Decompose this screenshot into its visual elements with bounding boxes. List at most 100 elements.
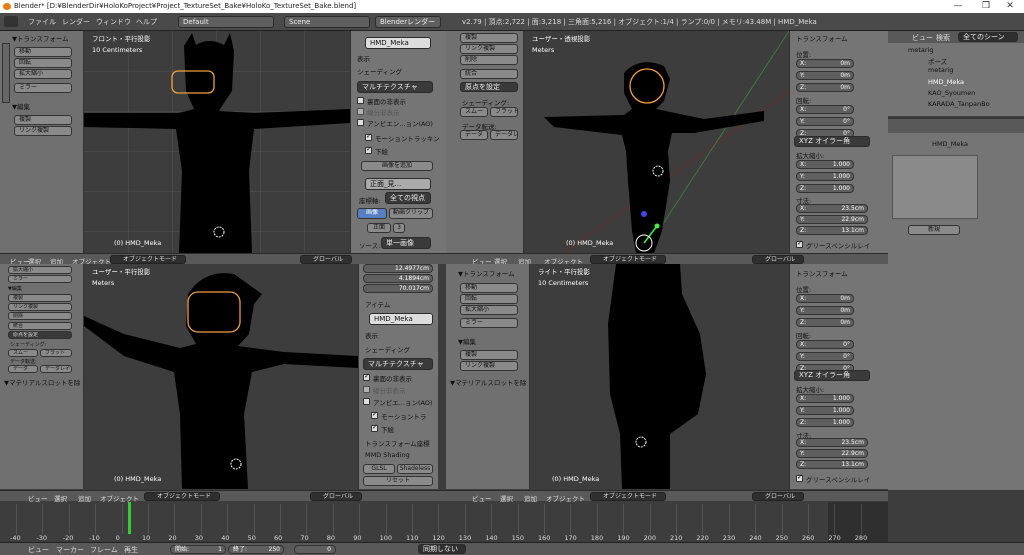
axis-select[interactable]: 全ての視点	[385, 192, 431, 204]
menu-render[interactable]: レンダー	[62, 17, 90, 27]
outliner-item[interactable]: HMD_Meka	[928, 78, 964, 86]
material-slot-list[interactable]	[892, 155, 978, 219]
viewport-user-ortho[interactable]: ユーザー・平行投影 Meters (0) HMD_Meka	[84, 264, 358, 489]
loc-x-field[interactable]: X: 0m	[796, 59, 854, 68]
layout-select[interactable]: Default	[178, 16, 274, 28]
rot-x-field[interactable]: X: 0°	[796, 105, 854, 114]
display-mode-select[interactable]: 全てのシーン	[958, 32, 1018, 42]
outliner-view-menu[interactable]: ビュー	[912, 33, 933, 43]
timeline[interactable]: -40 -30 -20 -10 0 10 20 30 40 50 60 70 80 90 100 110 120…	[0, 502, 888, 542]
background-images-checkbox[interactable]	[365, 145, 372, 154]
timeline-view-menu[interactable]: ビュー	[28, 545, 49, 555]
transform-header[interactable]: トランスフォーム	[796, 33, 848, 43]
smooth-button[interactable]: スムー	[8, 349, 38, 357]
outliner-item[interactable]: metarig	[928, 66, 953, 74]
link-duplicate-button[interactable]: リンク複製	[460, 44, 518, 54]
link-duplicate-button[interactable]: リンク複製	[460, 361, 518, 371]
z-value-field[interactable]: 70.017cm	[363, 284, 433, 293]
rotate-button[interactable]: 回転	[14, 58, 72, 68]
backface-checkbox[interactable]	[357, 97, 364, 104]
data-layer-button[interactable]: データレイ	[40, 365, 72, 373]
reset-button[interactable]: リセット	[363, 476, 433, 486]
outliner-item[interactable]: KARADA_TanpanBo	[928, 100, 990, 108]
transform-header[interactable]: トランスフォーム	[796, 268, 848, 278]
ao-checkbox[interactable]	[357, 119, 364, 126]
close-button[interactable]: ✕	[996, 0, 1024, 13]
current-frame-field[interactable]: 0	[294, 545, 336, 554]
motion-tracking-checkbox[interactable]	[371, 410, 378, 419]
link-duplicate-button[interactable]: リンク複製	[8, 303, 72, 311]
front-image-field[interactable]: 正面	[367, 223, 391, 233]
viewport-front-ortho[interactable]: フロント・平行投影 10 Centimeters (0) HMD_Meka	[84, 31, 350, 253]
set-origin-select[interactable]: 原点を設定	[8, 331, 72, 339]
shelf-tabs[interactable]	[2, 43, 10, 103]
loc-y-field[interactable]: Y: 0m	[796, 71, 854, 80]
flat-button[interactable]: フラット	[490, 107, 518, 117]
scale-button[interactable]: 拡大縮小	[14, 69, 72, 79]
menu-help[interactable]: ヘルプ	[136, 17, 157, 27]
motion-tracking-checkbox[interactable]	[365, 132, 372, 141]
grease-pencil-checkbox[interactable]	[796, 239, 803, 248]
mode-select[interactable]: オブジェクトモード	[590, 255, 666, 264]
orientation-select[interactable]: グローバル	[310, 492, 362, 501]
image-user-count[interactable]: 3	[393, 223, 405, 233]
duplicate-button[interactable]: 複製	[460, 33, 518, 43]
shading-header[interactable]: シェーディング	[365, 344, 410, 354]
viewport-user-persp[interactable]: ユーザー・透視投影 Meters (0) HMD_Meka	[524, 31, 789, 253]
outliner-item[interactable]: KAO_Syoumen	[928, 89, 975, 97]
material-slot-header[interactable]: ▼マテリアルスロットを除	[450, 377, 526, 387]
y-value-field[interactable]: 4.1894cm	[363, 274, 433, 283]
menu-window[interactable]: ウィンドウ	[96, 17, 131, 27]
join-button[interactable]: 統合	[8, 322, 72, 330]
properties-tabs[interactable]	[888, 119, 1024, 133]
dim-y-field[interactable]: Y: 22.9cm	[796, 215, 868, 224]
rot-x-field[interactable]: X: 0°	[796, 340, 854, 349]
rotation-mode-select[interactable]: XYZ オイラー角	[794, 136, 870, 147]
shadeless-button[interactable]: Shadeless	[397, 464, 433, 474]
data-button[interactable]: データ	[460, 130, 488, 140]
display-header[interactable]: 表示	[357, 53, 370, 63]
loc-y-field[interactable]: Y: 0m	[796, 306, 854, 315]
rotation-mode-select[interactable]: XYZ オイラー角	[794, 370, 870, 381]
move-button[interactable]: 移動	[460, 283, 518, 293]
shading-mode-select[interactable]: マルチテクスチャ	[357, 81, 433, 93]
duplicate-button[interactable]: 複製	[14, 115, 72, 125]
new-material-button[interactable]: 新規	[908, 225, 960, 235]
mirror-button[interactable]: ミラー	[8, 275, 72, 283]
loc-z-field[interactable]: Z: 0m	[796, 318, 854, 327]
material-slot-header[interactable]: ▼マテリアルスロットを除	[4, 377, 80, 387]
menu-file[interactable]: ファイル	[28, 17, 56, 27]
dim-x-field[interactable]: X: 23.5cm	[796, 438, 868, 447]
orientation-select[interactable]: グローバル	[752, 492, 804, 501]
minimize-button[interactable]: —	[944, 0, 972, 13]
source-select[interactable]: 単一画像	[381, 237, 431, 249]
end-frame-field[interactable]: 終了: 250	[228, 545, 284, 554]
rot-y-field[interactable]: Y: 0°	[796, 117, 854, 126]
x-value-field[interactable]: 12.4977cm	[363, 264, 433, 273]
duplicate-button[interactable]: 複製	[8, 294, 72, 302]
smooth-button[interactable]: スムー	[460, 107, 488, 117]
edit-header[interactable]: ▼編集	[458, 336, 476, 346]
transform-orientations-header[interactable]: トランスフォーム座標	[365, 438, 430, 448]
data-button[interactable]: データ	[8, 365, 38, 373]
scale-x-field[interactable]: X: 1.000	[796, 160, 854, 169]
outliner-item[interactable]: metarig	[908, 46, 933, 54]
render-engine-select[interactable]: Blenderレンダー	[375, 16, 441, 28]
wire-hidden-checkbox[interactable]	[357, 108, 364, 115]
dim-y-field[interactable]: Y: 22.9cm	[796, 449, 868, 458]
loc-x-field[interactable]: X: 0m	[796, 294, 854, 303]
dim-z-field[interactable]: Z: 13.1cm	[796, 460, 868, 469]
delete-button[interactable]: 削除	[8, 312, 72, 320]
background-images-checkbox[interactable]	[371, 423, 378, 432]
shelf-edit-header[interactable]: ▼編集	[12, 101, 30, 111]
timeline-marker-menu[interactable]: マーカー	[56, 545, 84, 555]
mode-select[interactable]: オブジェクトモード	[590, 492, 666, 501]
outliner-item[interactable]: ポーズ	[928, 56, 947, 66]
dim-x-field[interactable]: X: 23.5cm	[796, 204, 868, 213]
move-button[interactable]: 移動	[14, 47, 72, 57]
scale-button[interactable]: 拡大縮小	[460, 305, 518, 315]
mode-select[interactable]: オブジェクトモード	[144, 492, 220, 501]
dim-z-field[interactable]: Z: 13.1cm	[796, 226, 868, 235]
ao-checkbox[interactable]	[363, 398, 370, 405]
data-layer-button[interactable]: データレイ	[490, 130, 518, 140]
